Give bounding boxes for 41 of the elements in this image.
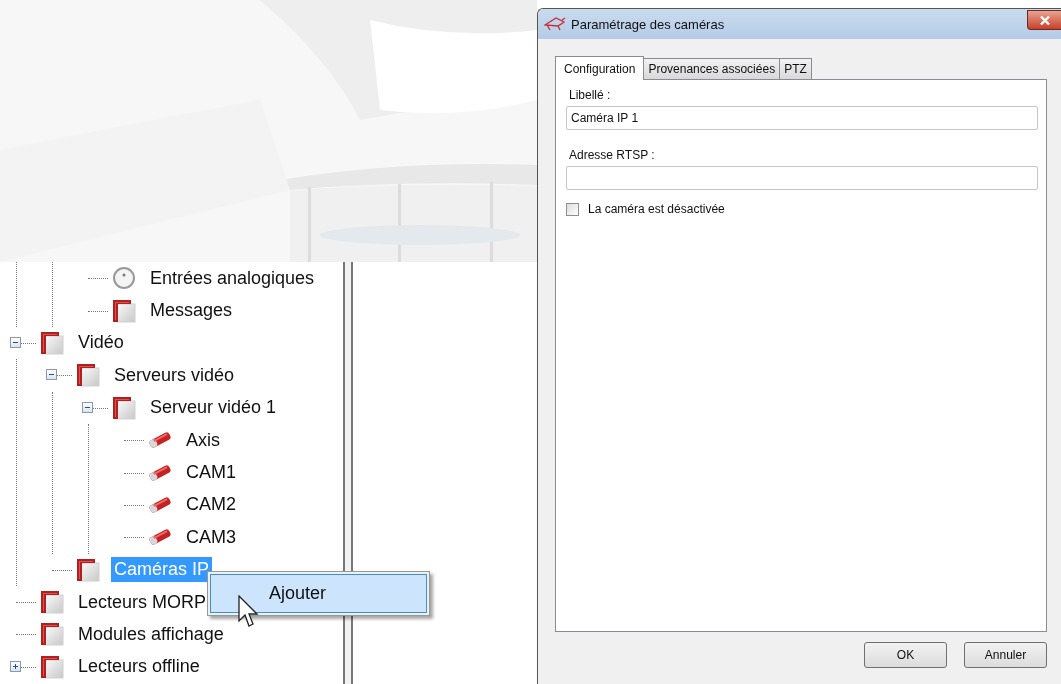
- gauge-icon: [112, 266, 136, 291]
- tree-item[interactable]: Modules affichage: [75, 622, 227, 647]
- folder-icon: [40, 590, 64, 615]
- tree-item[interactable]: CAM1: [183, 460, 239, 486]
- tree-item[interactable]: CAM3: [183, 524, 239, 550]
- tree-item[interactable]: Serveur vidéo 1: [147, 395, 280, 421]
- tree-item[interactable]: Lecteurs offline: [75, 654, 203, 680]
- tree-item[interactable]: CAM2: [183, 492, 239, 518]
- folder-icon: [40, 330, 64, 355]
- input-field[interactable]: Caméra IP 1: [566, 106, 1038, 130]
- tree-item[interactable]: Entrées analogiques: [147, 265, 318, 291]
- tree-item[interactable]: Serveurs vidéo: [111, 362, 238, 388]
- folder-icon: [76, 557, 100, 582]
- tab[interactable]: PTZ: [779, 58, 812, 79]
- tab[interactable]: Configuration: [555, 56, 645, 80]
- checkbox[interactable]: [566, 202, 579, 216]
- dialog-button[interactable]: Annuler: [964, 642, 1047, 668]
- expand-icon[interactable]: [10, 660, 21, 672]
- tab[interactable]: Provenances associées: [643, 58, 781, 79]
- close-button[interactable]: [1027, 10, 1061, 30]
- folder-icon: [112, 395, 136, 420]
- close-icon: [1038, 14, 1051, 26]
- checkbox-label: La caméra est désactivée: [588, 202, 725, 216]
- tree-item[interactable]: Messages: [147, 298, 236, 324]
- window-title: Paramétrage des caméras: [571, 16, 726, 32]
- folder-icon: [76, 363, 100, 388]
- field-label: Adresse RTSP :: [569, 148, 656, 162]
- tree-item[interactable]: Lecteurs MORP: [75, 589, 210, 615]
- menu-item[interactable]: Ajouter: [210, 574, 427, 613]
- tree-item[interactable]: Axis: [183, 427, 223, 453]
- collapse-icon[interactable]: [10, 336, 21, 348]
- dialog-button[interactable]: OK: [864, 642, 947, 668]
- tree-item[interactable]: Vidéo: [75, 330, 127, 356]
- folder-icon: [112, 298, 136, 323]
- collapse-icon[interactable]: [46, 369, 57, 381]
- folder-icon: [40, 654, 64, 679]
- camera-icon: [544, 16, 566, 32]
- collapse-icon[interactable]: [82, 401, 93, 413]
- folder-icon: [40, 622, 64, 647]
- field-label: Libellé :: [569, 88, 612, 102]
- input-field[interactable]: [566, 166, 1038, 190]
